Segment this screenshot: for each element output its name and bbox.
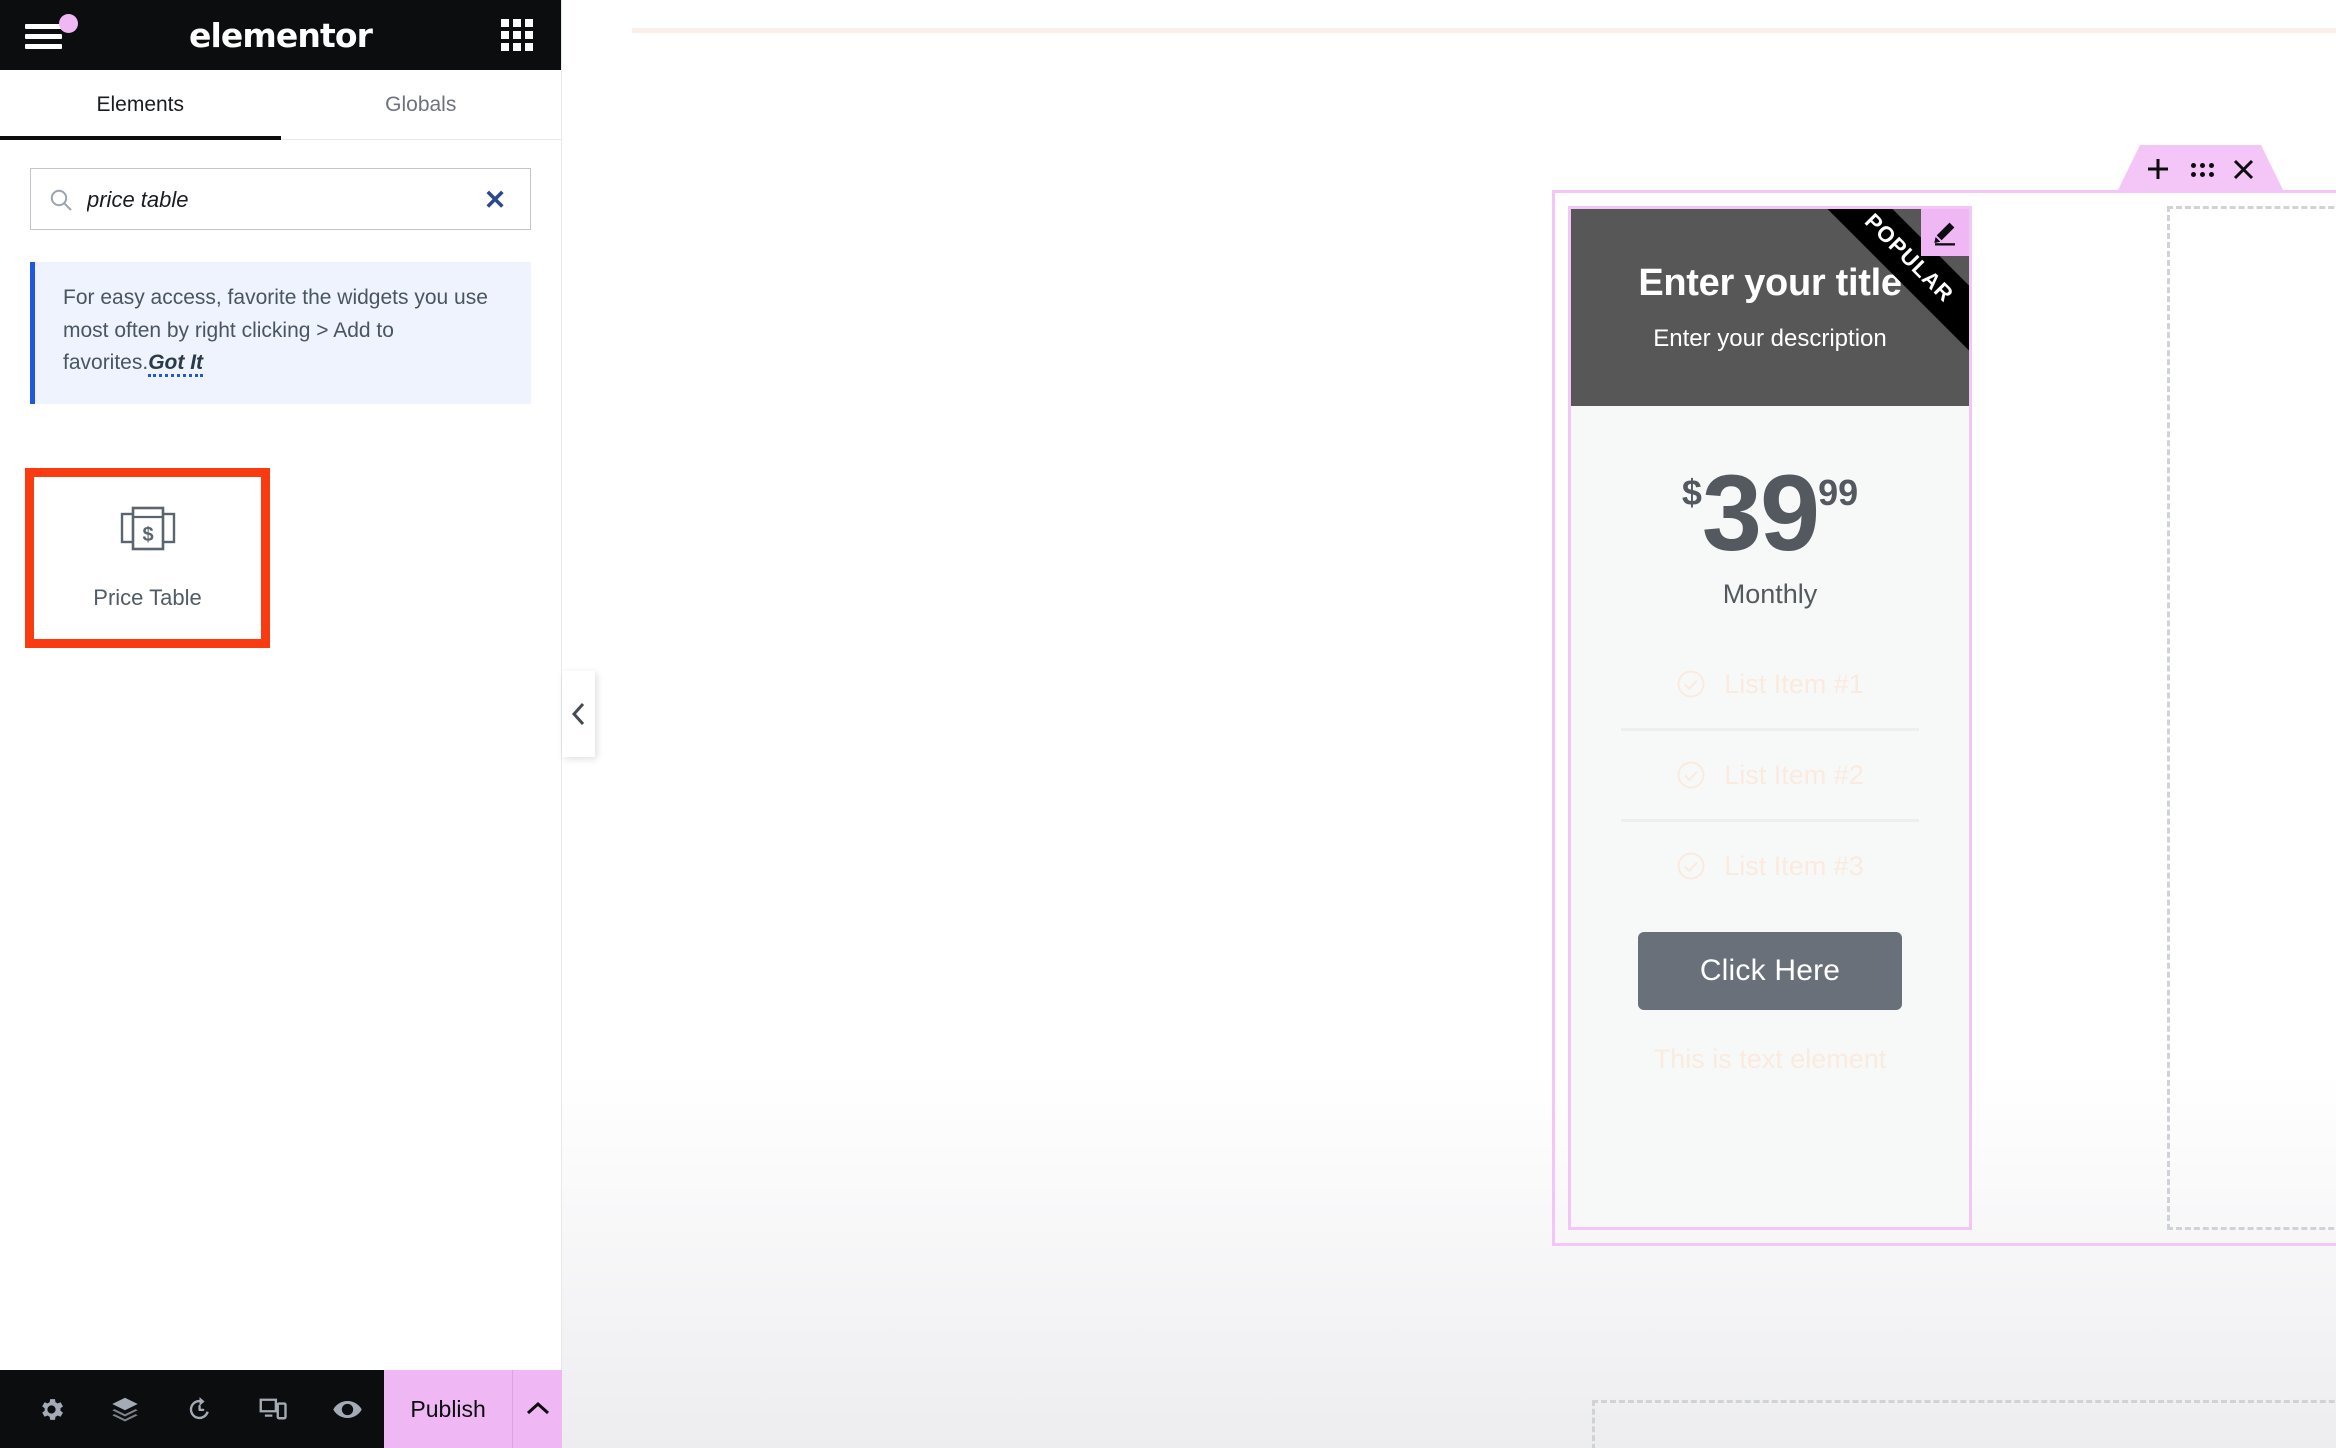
panel-tabs: Elements Globals xyxy=(0,70,561,140)
canvas-top-rule xyxy=(632,28,2336,33)
preview-eye-icon[interactable] xyxy=(310,1370,384,1448)
panel-header: elementor xyxy=(0,0,561,70)
publish-button[interactable]: Publish xyxy=(384,1370,513,1448)
notice-text: For easy access, favorite the widgets yo… xyxy=(63,286,488,375)
chevron-left-icon xyxy=(571,702,584,726)
settings-gear-icon[interactable] xyxy=(14,1370,88,1448)
panel-collapse-handle[interactable] xyxy=(562,671,595,757)
feature-item: List Item #3 xyxy=(1571,842,1969,890)
editor-canvas[interactable]: Enter your title Enter your description … xyxy=(562,0,2336,1448)
check-circle-icon xyxy=(1676,669,1706,699)
price-period: Monthly xyxy=(1722,579,1818,609)
plus-icon[interactable] xyxy=(2147,158,2169,180)
feature-divider xyxy=(1621,819,1919,822)
section-toolbar[interactable] xyxy=(2116,145,2285,193)
widget-label: Price Table xyxy=(93,585,202,610)
price-table-description: Enter your description xyxy=(1653,325,1887,352)
feature-label: List Item #3 xyxy=(1724,850,1864,881)
feature-item: List Item #1 xyxy=(1571,660,1969,708)
pencil-edit-icon xyxy=(1934,222,1955,245)
feature-label: List Item #1 xyxy=(1724,668,1864,699)
footer-icon-group xyxy=(0,1370,384,1448)
check-circle-icon xyxy=(1676,851,1706,881)
drag-dots-icon[interactable] xyxy=(2191,162,2214,177)
price-fraction: 99 xyxy=(1818,472,1859,513)
history-revisions-icon[interactable] xyxy=(162,1370,236,1448)
apps-grid-icon[interactable] xyxy=(501,19,533,51)
responsive-mode-icon[interactable] xyxy=(236,1370,310,1448)
svg-text:$: $ xyxy=(142,524,153,546)
feature-divider xyxy=(1621,728,1919,731)
price-table-title: Enter your title xyxy=(1638,262,1902,304)
tab-elements[interactable]: Elements xyxy=(0,70,281,140)
price-table-widget-highlight: $ Price Table xyxy=(25,468,270,648)
price-table-price: $3999 Monthly xyxy=(1571,406,1969,610)
close-icon[interactable] xyxy=(2233,159,2254,180)
price-table-widget[interactable]: Enter your title Enter your description … xyxy=(1568,206,1972,1230)
price-table-icon: $ xyxy=(120,505,176,555)
feature-label: List Item #2 xyxy=(1724,759,1864,790)
tab-globals[interactable]: Globals xyxy=(281,70,562,139)
check-circle-icon xyxy=(1676,760,1706,790)
click-here-button[interactable]: Click Here xyxy=(1637,932,1903,1010)
price-table-feature-list: List Item #1 List Item #2 List Item #3 xyxy=(1571,660,1969,890)
close-icon[interactable]: ✕ xyxy=(482,187,508,214)
price-integer: 39 xyxy=(1701,452,1820,573)
search-box[interactable]: ✕ xyxy=(30,168,531,231)
favorites-notice: For easy access, favorite the widgets yo… xyxy=(30,262,531,404)
search-icon xyxy=(49,188,73,212)
search-section: ✕ xyxy=(0,140,561,231)
search-input[interactable] xyxy=(87,169,477,231)
price-currency: $ xyxy=(1681,472,1702,513)
widget-edit-button[interactable] xyxy=(1921,209,1969,256)
price-table-footer-text: This is text element xyxy=(1653,1044,1887,1074)
panel-footer: Publish xyxy=(0,1370,562,1448)
elementor-editor: Enter your title Enter your description … xyxy=(0,0,2336,1448)
price-table-cta-wrap: Click Here xyxy=(1571,932,1969,1010)
section-column-right-empty[interactable] xyxy=(2167,206,2336,1230)
got-it-button[interactable]: Got It xyxy=(148,351,204,378)
price-table-header: Enter your title Enter your description … xyxy=(1571,209,1969,406)
widget-card-price-table[interactable]: $ Price Table xyxy=(34,477,261,639)
canvas-section[interactable]: Enter your title Enter your description … xyxy=(1552,145,2336,1246)
empty-container-placeholder[interactable] xyxy=(1592,1400,2336,1448)
navigator-layers-icon[interactable] xyxy=(88,1370,162,1448)
editor-panel: elementor Elements Globals ✕ xyxy=(0,0,562,1448)
feature-item: List Item #2 xyxy=(1571,751,1969,799)
section-column-left[interactable]: Enter your title Enter your description … xyxy=(1568,206,1972,1230)
elementor-logo: elementor xyxy=(189,15,373,55)
chevron-up-icon[interactable] xyxy=(512,1370,562,1448)
